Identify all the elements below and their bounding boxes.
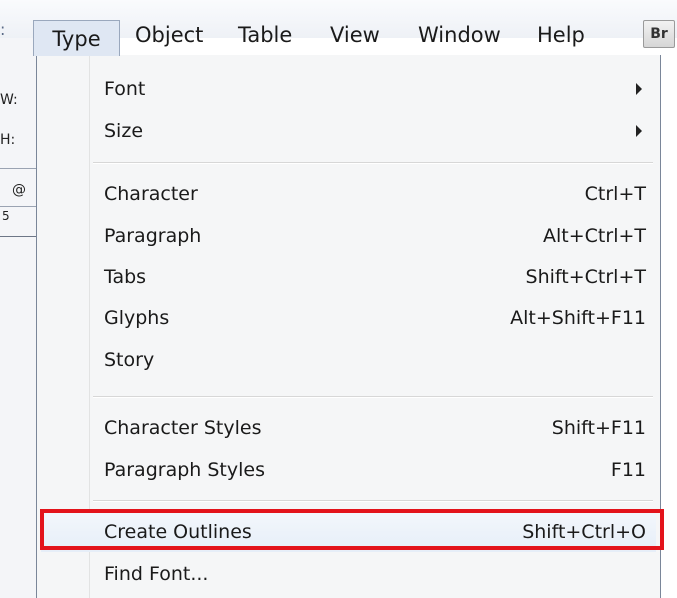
- menu-item-label: Paragraph Styles: [104, 459, 265, 481]
- menubar-previous-item-fragment: :: [0, 20, 6, 39]
- at-symbol-label: @: [12, 182, 26, 198]
- menu-type[interactable]: Type: [33, 20, 120, 56]
- type-menu-dropdown: Font Size Character Ctrl+T Paragraph Alt…: [36, 55, 661, 598]
- menu-item-label: Glyphs: [104, 307, 170, 329]
- shortcut-text: Alt+Ctrl+T: [543, 225, 646, 247]
- menu-item-label: Story: [104, 349, 155, 371]
- menu-item-tabs[interactable]: Tabs Shift+Ctrl+T: [41, 257, 656, 297]
- menu-item-label: Create Outlines: [104, 521, 252, 543]
- menu-object[interactable]: Object: [135, 23, 203, 47]
- menu-item-create-outlines[interactable]: Create Outlines Shift+Ctrl+O: [41, 512, 656, 552]
- shortcut-text: Shift+Ctrl+O: [522, 521, 646, 543]
- strip-divider: [0, 206, 36, 207]
- menu-item-find-font[interactable]: Find Font...: [41, 554, 656, 594]
- menu-separator: [93, 396, 653, 398]
- menu-item-paragraph-styles[interactable]: Paragraph Styles F11: [41, 450, 656, 490]
- menu-item-character[interactable]: Character Ctrl+T: [41, 174, 656, 214]
- menu-item-label: Find Font...: [104, 563, 209, 585]
- shortcut-text: Alt+Shift+F11: [510, 307, 646, 329]
- menu-item-font[interactable]: Font: [41, 69, 656, 109]
- width-field-label: W:: [0, 92, 18, 108]
- submenu-arrow-icon: [636, 125, 642, 137]
- menu-help[interactable]: Help: [537, 23, 585, 47]
- submenu-arrow-icon: [636, 83, 642, 95]
- menu-item-size[interactable]: Size: [41, 111, 656, 151]
- menu-window[interactable]: Window: [418, 23, 501, 47]
- menu-bar: : Type Object Table View Window Help Br: [0, 0, 677, 56]
- strip-divider: [0, 168, 36, 169]
- shortcut-text: Shift+F11: [551, 417, 646, 439]
- menu-item-paragraph[interactable]: Paragraph Alt+Ctrl+T: [41, 216, 656, 256]
- height-field-label: H:: [0, 132, 16, 148]
- shortcut-text: Shift+Ctrl+T: [525, 266, 646, 288]
- menu-item-label: Size: [104, 120, 144, 142]
- control-panel-strip: W: H: @ 5: [0, 38, 36, 598]
- shortcut-text: Ctrl+T: [584, 183, 646, 205]
- menu-table[interactable]: Table: [238, 23, 292, 47]
- ruler-line: [0, 236, 36, 237]
- menu-item-glyphs[interactable]: Glyphs Alt+Shift+F11: [41, 298, 656, 338]
- shortcut-text: F11: [610, 459, 646, 481]
- menu-item-character-styles[interactable]: Character Styles Shift+F11: [41, 408, 656, 448]
- menu-item-label: Font: [104, 78, 146, 100]
- menu-item-label: Paragraph: [104, 225, 202, 247]
- menu-item-label: Character Styles: [104, 417, 262, 439]
- ruler-number: 5: [2, 209, 10, 223]
- menu-item-label: Character: [104, 183, 198, 205]
- menu-separator: [93, 500, 653, 502]
- menu-item-label: Tabs: [104, 266, 147, 288]
- menu-separator: [93, 162, 653, 164]
- menu-item-story[interactable]: Story: [41, 340, 656, 380]
- menu-view[interactable]: View: [330, 23, 380, 47]
- bridge-button[interactable]: Br: [643, 20, 675, 48]
